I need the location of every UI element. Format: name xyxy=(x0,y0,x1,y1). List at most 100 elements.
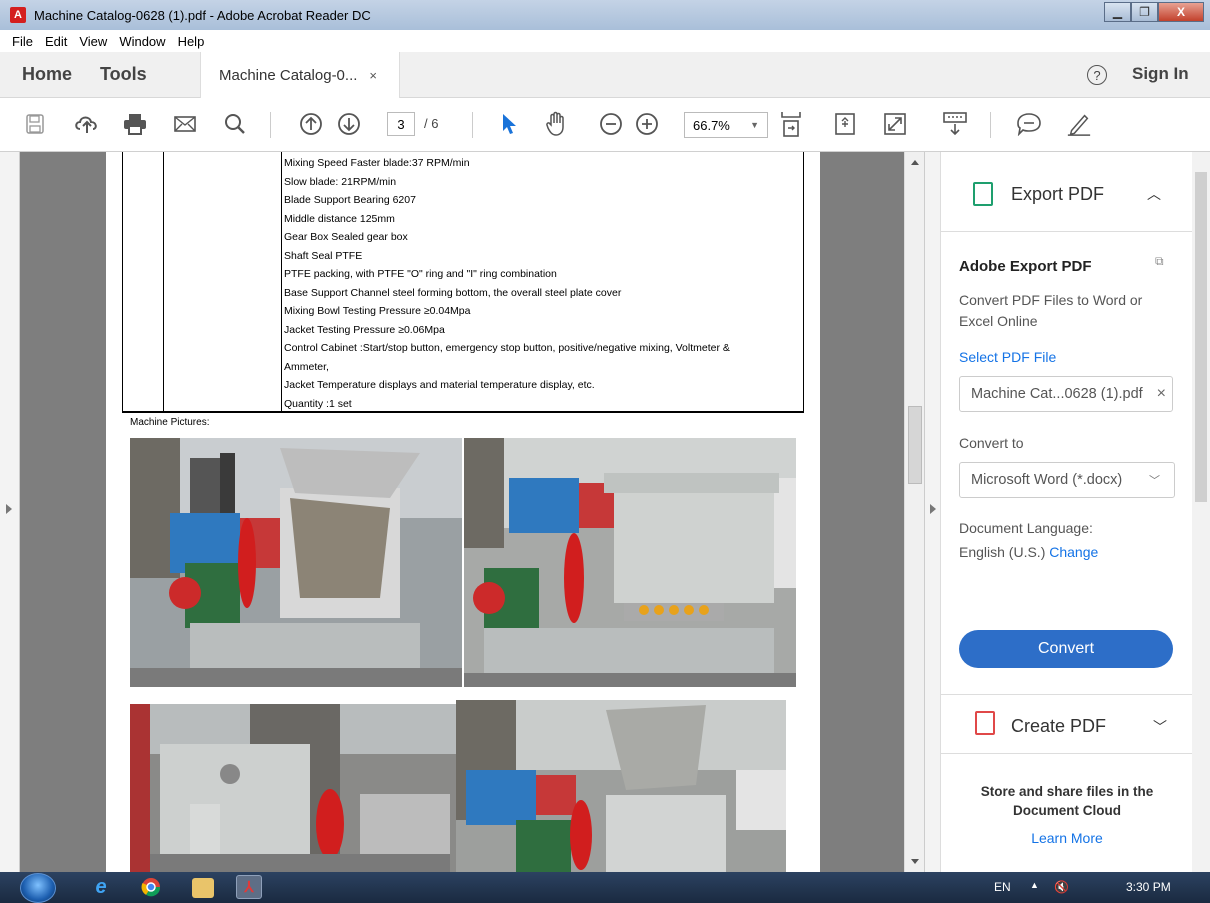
document-scrollbar[interactable] xyxy=(904,152,924,872)
tab-document-label: Machine Catalog-0... xyxy=(219,66,358,84)
hand-icon[interactable] xyxy=(544,111,570,137)
language-value: English (U.S.) xyxy=(959,544,1046,560)
convert-to-select[interactable]: Microsoft Word (*.docx) ﹀ xyxy=(959,462,1175,498)
chevron-down-icon[interactable]: ﹀ xyxy=(1153,717,1167,737)
search-icon[interactable] xyxy=(222,111,248,137)
page-total: / 6 xyxy=(424,116,439,131)
upload-icon[interactable] xyxy=(74,111,100,137)
spec-line: Jacket Temperature displays and material… xyxy=(284,379,595,391)
tab-home[interactable]: Home xyxy=(22,64,72,85)
close-tab-icon[interactable]: × xyxy=(369,68,377,83)
show-hidden-icons-icon[interactable]: ▲ xyxy=(1030,880,1039,890)
scroll-down-icon[interactable] xyxy=(911,859,919,864)
minimize-button[interactable]: ▁ xyxy=(1104,2,1131,22)
language-indicator[interactable]: EN xyxy=(994,880,1011,894)
keyboard-icon[interactable] xyxy=(942,111,968,137)
internet-explorer-icon[interactable]: e xyxy=(88,875,114,899)
prev-page-icon[interactable] xyxy=(298,111,324,137)
start-button[interactable] xyxy=(20,873,56,903)
spec-line: Mixing Bowl Testing Pressure ≥0.04Mpa xyxy=(284,305,471,317)
zoom-out-icon[interactable] xyxy=(598,111,624,137)
spec-line: Quantity :1 set xyxy=(284,397,352,410)
select-arrow-icon[interactable] xyxy=(496,111,522,137)
maximize-button[interactable]: ❐ xyxy=(1131,2,1158,22)
tab-document[interactable]: Machine Catalog-0... × xyxy=(200,52,400,98)
menu-help[interactable]: Help xyxy=(178,34,205,49)
sign-in-link[interactable]: Sign In xyxy=(1132,64,1189,84)
taskbar: e ⅄ EN ▲ 🔇 3:30 PM xyxy=(0,872,1210,903)
tab-bar: Home Tools Machine Catalog-0... × ? Sign… xyxy=(0,52,1210,98)
toolbar-divider xyxy=(270,112,271,138)
menu-file[interactable]: File xyxy=(12,34,33,49)
panel-title: Adobe Export PDF xyxy=(959,258,1092,275)
acrobat-taskbar-icon[interactable]: ⅄ xyxy=(236,875,262,899)
spec-lines: Mixing Speed Faster blade:37 RPM/min Slo… xyxy=(284,154,804,413)
save-icon[interactable] xyxy=(22,111,48,137)
zoom-value: 66.7% xyxy=(693,117,730,133)
learn-more-link[interactable]: Learn More xyxy=(941,830,1193,846)
create-pdf-label: Create PDF xyxy=(1011,716,1107,736)
language-label: Document Language: xyxy=(959,520,1093,536)
spec-line: Slow blade: 21RPM/min xyxy=(284,175,397,188)
convert-button[interactable]: Convert xyxy=(959,630,1173,668)
machine-photo xyxy=(464,438,796,687)
select-pdf-file-link[interactable]: Select PDF File xyxy=(959,349,1056,365)
spec-line: Blade Support Bearing 6207 xyxy=(284,194,416,206)
print-icon[interactable] xyxy=(122,111,148,137)
comment-icon[interactable] xyxy=(1016,111,1042,137)
tab-tools[interactable]: Tools xyxy=(100,64,147,85)
chevron-down-icon: ﹀ xyxy=(1149,475,1160,487)
convert-to-value: Microsoft Word (*.docx) xyxy=(971,472,1123,488)
export-pdf-header[interactable]: Export PDF ︿ xyxy=(941,152,1193,232)
selected-file-name: Machine Cat...0628 (1).pdf xyxy=(971,386,1143,402)
zoom-select[interactable]: 66.7% ▼ xyxy=(684,112,768,138)
pictures-label: Machine Pictures: xyxy=(130,417,210,428)
clear-file-icon[interactable]: × xyxy=(1157,385,1166,403)
toolbar-divider xyxy=(472,112,473,138)
left-panel-toggle[interactable] xyxy=(0,152,20,872)
language-row: English (U.S.) Change xyxy=(959,540,1098,564)
panel-scrollbar[interactable] xyxy=(1192,152,1210,872)
fullscreen-icon[interactable] xyxy=(882,111,908,137)
selected-file-field[interactable]: Machine Cat...0628 (1).pdf × xyxy=(959,376,1173,412)
fit-page-icon[interactable] xyxy=(778,111,804,137)
rotate-icon[interactable] xyxy=(832,111,858,137)
document-viewer[interactable]: Mixing Speed Faster blade:37 RPM/min Slo… xyxy=(0,152,940,872)
chevron-up-icon[interactable]: ︿ xyxy=(1147,184,1161,204)
file-explorer-icon[interactable] xyxy=(192,878,214,898)
window-controls: ▁ ❐ X xyxy=(1104,2,1204,22)
chevron-down-icon: ▼ xyxy=(750,120,759,130)
close-button[interactable]: X xyxy=(1158,2,1204,22)
spec-line: PTFE packing, with PTFE "O" ring and "I"… xyxy=(284,268,557,280)
change-language-link[interactable]: Change xyxy=(1049,544,1098,560)
volume-muted-icon[interactable]: 🔇 xyxy=(1054,880,1069,894)
menu-view[interactable]: View xyxy=(79,34,107,49)
right-panel-toggle[interactable] xyxy=(924,152,940,872)
email-icon[interactable] xyxy=(172,111,198,137)
collapse-panel-icon xyxy=(930,504,936,514)
menu-edit[interactable]: Edit xyxy=(45,34,67,49)
title-bar: A Machine Catalog-0628 (1).pdf - Adobe A… xyxy=(0,0,1210,30)
spec-line: Shaft Seal PTFE xyxy=(284,249,363,262)
panel-description: Convert PDF Files to Word or Excel Onlin… xyxy=(959,292,1143,329)
create-pdf-header[interactable]: Create PDF ﹀ xyxy=(941,694,1193,754)
clock[interactable]: 3:30 PM xyxy=(1126,880,1171,894)
menu-bar: File Edit View Window Help xyxy=(0,30,1210,52)
panel-scroll-thumb[interactable] xyxy=(1195,172,1207,502)
cloud-text-line: Document Cloud xyxy=(1013,803,1121,818)
next-page-icon[interactable] xyxy=(336,111,362,137)
document-cloud-promo: Store and share files in the Document Cl… xyxy=(941,782,1193,820)
expand-right-icon xyxy=(6,504,12,514)
toolbar: 3 / 6 66.7% ▼ xyxy=(0,98,1210,152)
menu-window[interactable]: Window xyxy=(119,34,165,49)
spec-line: Jacket Testing Pressure ≥0.06Mpa xyxy=(284,323,445,336)
clipboard-icon[interactable]: ⧉ xyxy=(1155,254,1164,269)
scroll-thumb[interactable] xyxy=(908,406,922,484)
chrome-icon[interactable] xyxy=(138,875,164,899)
scroll-up-icon[interactable] xyxy=(911,160,919,165)
spec-line: Mixing Speed Faster blade:37 RPM/min xyxy=(284,157,470,169)
sign-icon[interactable] xyxy=(1066,111,1092,137)
zoom-in-icon[interactable] xyxy=(634,111,660,137)
help-icon[interactable]: ? xyxy=(1087,65,1107,85)
page-number-input[interactable]: 3 xyxy=(387,112,415,136)
